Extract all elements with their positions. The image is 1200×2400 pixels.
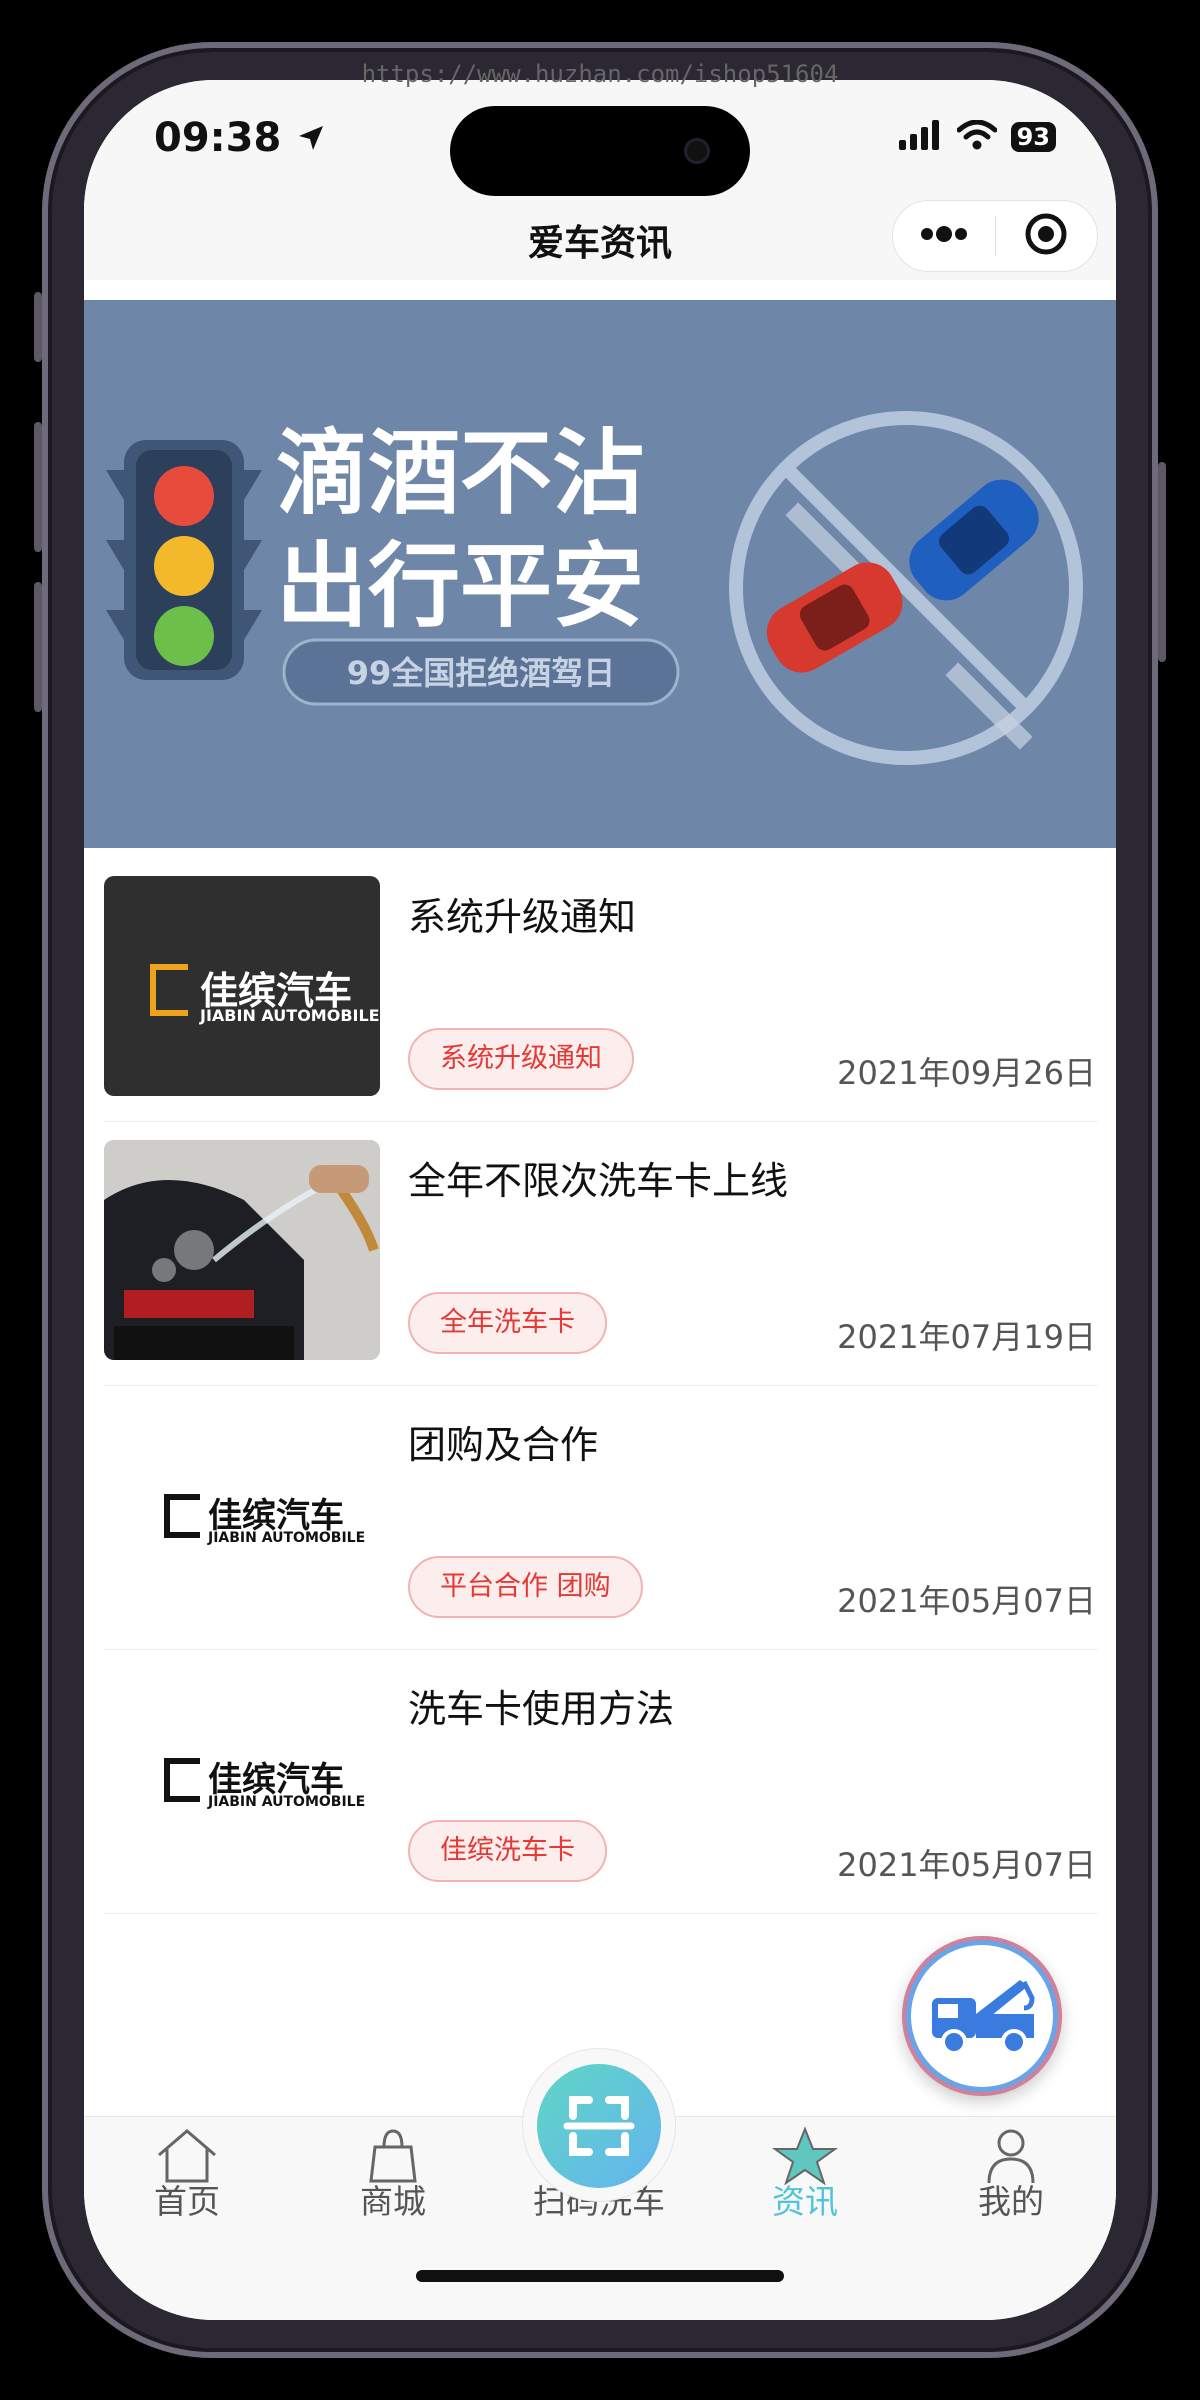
tab-label: 商城 xyxy=(360,2182,426,2221)
banner-line2: 出行平安 xyxy=(276,533,644,640)
app-screen: 09:38 93 爱车资讯 滴酒不沾 出行平安 99全国拒绝酒驾日 佳缤汽车 J… xyxy=(84,80,1116,2320)
tow-truck-float-button[interactable] xyxy=(902,1936,1062,2096)
no-drunk-driving-sign-icon xyxy=(729,411,1083,765)
tab-news[interactable]: 资讯 xyxy=(702,2117,908,2237)
banner-carousel[interactable]: 滴酒不沾 出行平安 99全国拒绝酒驾日 xyxy=(84,300,1116,848)
news-tag: 佳缤洗车卡 xyxy=(408,1820,607,1882)
more-menu-button[interactable] xyxy=(893,201,995,271)
news-date: 2021年09月26日 xyxy=(837,1054,1096,1092)
location-arrow-icon xyxy=(295,115,327,161)
wifi-icon xyxy=(956,119,998,154)
news-item[interactable]: 佳缤汽车 JIABIN AUTOMOBILE 洗车卡使用方法 佳缤洗车卡 202… xyxy=(104,1650,1098,1914)
watermark-url: https://www.huzhan.com/ishop51604 xyxy=(361,60,839,88)
battery-indicator: 93 xyxy=(1010,122,1056,152)
news-title: 全年不限次洗车卡上线 xyxy=(408,1159,789,1203)
news-thumbnail: 佳缤汽车 JIABIN AUTOMOBILE xyxy=(104,876,380,1096)
banner-sub: 99全国拒绝酒驾日 xyxy=(347,654,616,692)
signal-icon xyxy=(898,120,943,154)
tab-label: 资讯 xyxy=(772,2182,838,2221)
mini-program-capsule xyxy=(892,200,1098,272)
home-indicator[interactable] xyxy=(416,2270,784,2282)
tab-mall[interactable]: 商城 xyxy=(290,2117,496,2237)
more-dots-icon xyxy=(919,224,969,248)
tab-label: 我的 xyxy=(978,2182,1044,2221)
target-circle-icon xyxy=(1024,212,1068,260)
news-thumbnail: 佳缤汽车 JIABIN AUTOMOBILE xyxy=(104,1668,380,1888)
news-item[interactable]: 全年不限次洗车卡上线 全年洗车卡 2021年07月19日 xyxy=(104,1122,1098,1386)
tab-mine[interactable]: 我的 xyxy=(908,2117,1114,2237)
news-date: 2021年05月07日 xyxy=(837,1582,1096,1620)
banner-line1: 滴酒不沾 xyxy=(276,420,644,527)
news-item[interactable]: 佳缤汽车 JIABIN AUTOMOBILE 团购及合作 平台合作 团购 202… xyxy=(104,1386,1098,1650)
news-tag: 系统升级通知 xyxy=(408,1028,634,1090)
news-date: 2021年05月07日 xyxy=(837,1846,1096,1884)
news-tag: 平台合作 团购 xyxy=(408,1556,643,1618)
news-thumbnail: 佳缤汽车 JIABIN AUTOMOBILE xyxy=(104,1404,380,1624)
tab-home[interactable]: 首页 xyxy=(84,2117,290,2237)
scan-wash-button[interactable] xyxy=(537,2064,661,2188)
scan-icon xyxy=(537,2096,661,2192)
tow-truck-icon xyxy=(902,1980,1062,2100)
traffic-light-illustration xyxy=(106,440,262,680)
close-mini-program-button[interactable] xyxy=(996,201,1098,271)
jiabin-logo-icon xyxy=(164,1494,200,1538)
news-title: 团购及合作 xyxy=(408,1423,599,1467)
status-time: 09:38 xyxy=(154,115,327,161)
dynamic-island xyxy=(450,106,750,196)
news-thumbnail xyxy=(104,1140,380,1360)
nav-bar: 爱车资讯 xyxy=(84,200,1116,280)
news-tag: 全年洗车卡 xyxy=(408,1292,607,1354)
jiabin-logo-icon xyxy=(164,1758,200,1802)
news-date: 2021年07月19日 xyxy=(837,1318,1096,1356)
jiabin-logo-icon xyxy=(150,964,188,1016)
tab-label: 首页 xyxy=(154,2182,220,2221)
news-list: 佳缤汽车 JIABIN AUTOMOBILE 系统升级通知 系统升级通知 202… xyxy=(104,858,1098,1914)
news-title: 系统升级通知 xyxy=(408,895,637,939)
news-item[interactable]: 佳缤汽车 JIABIN AUTOMOBILE 系统升级通知 系统升级通知 202… xyxy=(104,858,1098,1122)
status-bar: 09:38 93 爱车资讯 xyxy=(84,80,1116,280)
news-title: 洗车卡使用方法 xyxy=(408,1687,675,1731)
